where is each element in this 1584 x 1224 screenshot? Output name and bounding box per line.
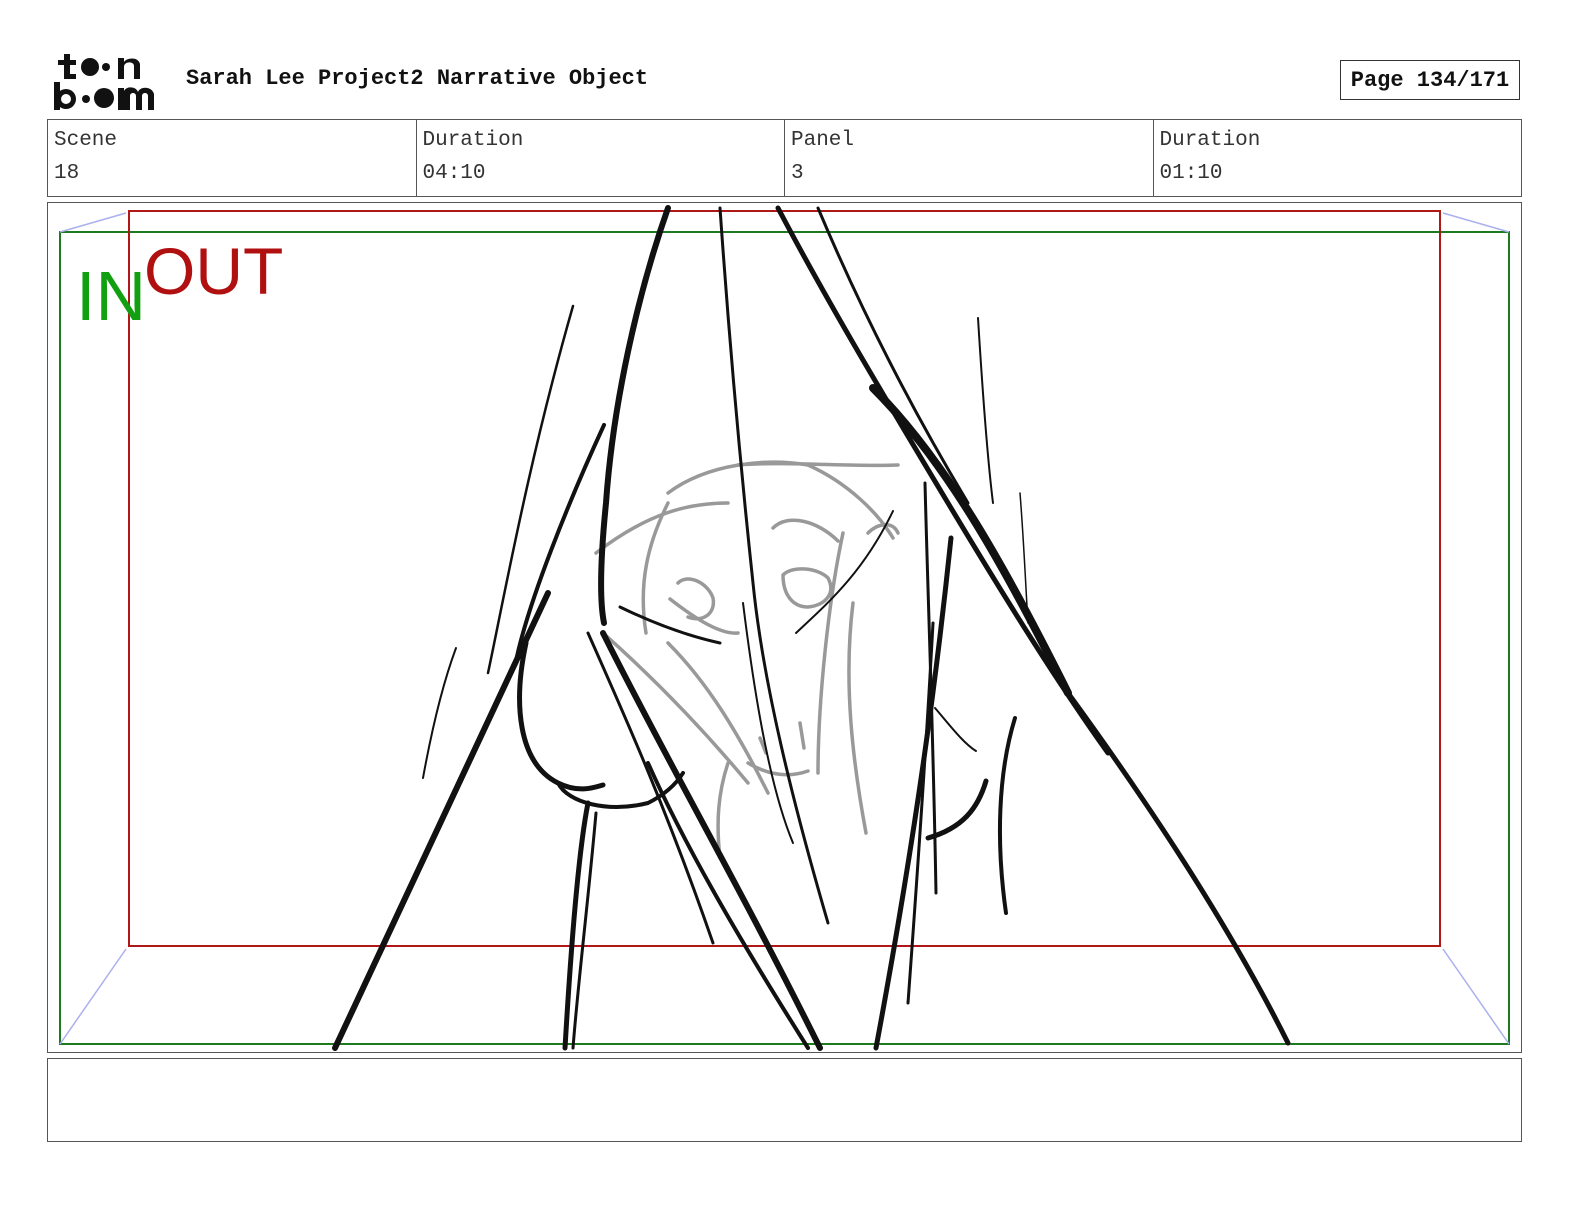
panel-duration-cell: Duration 01:10 [1154,120,1522,196]
scene-label: Scene [54,129,118,152]
out-label: OUT [144,234,283,308]
scene-value: 18 [54,162,80,185]
panel-drawing: IN OUT [59,205,1510,1051]
camera-move-arrows [59,212,1510,1045]
scene-duration-value: 04:10 [422,162,486,185]
storyboard-panel: IN OUT [47,202,1522,1053]
panel-cell: Panel 3 [785,120,1154,196]
toonboom-logo [54,54,154,110]
panel-duration-label: Duration [1159,129,1261,152]
scene-info-table: Scene 18 Duration 04:10 Panel 3 Duration… [47,119,1522,197]
scene-duration-label: Duration [422,129,524,152]
scene-cell: Scene 18 [48,120,417,196]
in-frame [59,231,1510,1045]
foreground-strokes [332,205,1291,1051]
scene-duration-cell: Duration 04:10 [417,120,785,196]
panel-label: Panel [791,129,855,152]
panel-value: 3 [791,162,804,185]
in-label: IN [76,257,146,335]
panel-caption [47,1058,1522,1142]
project-title: Sarah Lee Project2 Narrative Object [186,66,649,91]
page-number: Page 134/171 [1340,60,1520,100]
panel-duration-value: 01:10 [1159,162,1223,185]
